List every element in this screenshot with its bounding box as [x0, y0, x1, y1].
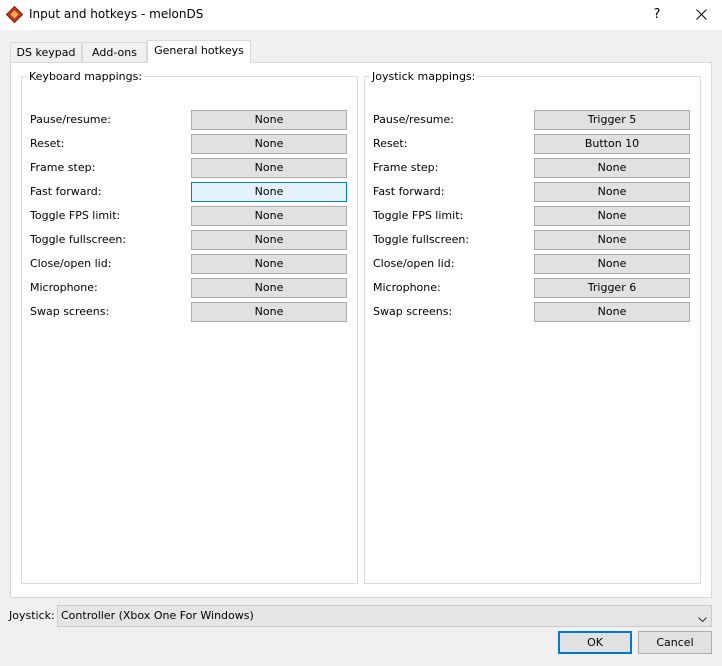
joy-swap-screens-button[interactable]: None: [534, 302, 690, 322]
melonds-app-icon: [5, 5, 24, 24]
joy-reset-label: Reset:: [373, 137, 408, 150]
joy-toggle-fullscreen-label: Toggle fullscreen:: [373, 233, 470, 246]
joy-toggle-fps-button[interactable]: None: [534, 206, 690, 226]
kb-fast-forward-button[interactable]: None: [191, 182, 347, 202]
joy-pause-button[interactable]: Trigger 5: [534, 110, 690, 130]
kb-swap-screens-label: Swap screens:: [30, 305, 110, 318]
help-button[interactable]: ?: [640, 2, 674, 28]
kb-swap-screens-button[interactable]: None: [191, 302, 347, 322]
general-hotkeys-panel: Keyboard mappings: Pause/resume: None Re…: [10, 62, 712, 598]
joystick-select[interactable]: Controller (Xbox One For Windows): [57, 605, 712, 627]
kb-reset-label: Reset:: [30, 137, 65, 150]
kb-toggle-fullscreen-label: Toggle fullscreen:: [30, 233, 127, 246]
kb-lid-button[interactable]: None: [191, 254, 347, 274]
chevron-down-icon: [698, 611, 707, 631]
joy-swap-screens-label: Swap screens:: [373, 305, 453, 318]
joy-microphone-label: Microphone:: [373, 281, 441, 294]
joy-pause-label: Pause/resume:: [373, 113, 454, 126]
kb-microphone-label: Microphone:: [30, 281, 98, 294]
keyboard-mappings-group: Keyboard mappings: Pause/resume: None Re…: [21, 70, 358, 584]
joystick-mappings-title: Joystick mappings:: [370, 70, 478, 83]
kb-toggle-fps-label: Toggle FPS limit:: [30, 209, 121, 222]
joystick-label: Joystick:: [9, 609, 55, 622]
joy-lid-button[interactable]: None: [534, 254, 690, 274]
tab-ds-keypad[interactable]: DS keypad: [10, 42, 82, 63]
joy-toggle-fullscreen-button[interactable]: None: [534, 230, 690, 250]
joy-toggle-fps-label: Toggle FPS limit:: [373, 209, 464, 222]
kb-toggle-fps-button[interactable]: None: [191, 206, 347, 226]
close-button[interactable]: [684, 2, 718, 28]
tab-general-hotkeys[interactable]: General hotkeys: [147, 40, 251, 63]
kb-microphone-button[interactable]: None: [191, 278, 347, 298]
kb-toggle-fullscreen-button[interactable]: None: [191, 230, 347, 250]
kb-fast-forward-label: Fast forward:: [30, 185, 102, 198]
joy-reset-button[interactable]: Button 10: [534, 134, 690, 154]
kb-frame-step-button[interactable]: None: [191, 158, 347, 178]
kb-frame-step-label: Frame step:: [30, 161, 96, 174]
window-title: Input and hotkeys - melonDS: [29, 7, 204, 21]
joy-frame-step-label: Frame step:: [373, 161, 439, 174]
close-icon: [695, 9, 707, 20]
kb-reset-button[interactable]: None: [191, 134, 347, 154]
kb-pause-label: Pause/resume:: [30, 113, 111, 126]
kb-pause-button[interactable]: None: [191, 110, 347, 130]
joy-fast-forward-label: Fast forward:: [373, 185, 445, 198]
ok-button[interactable]: OK: [558, 631, 632, 654]
joystick-select-value: Controller (Xbox One For Windows): [61, 609, 254, 622]
joy-lid-label: Close/open lid:: [373, 257, 455, 270]
joy-microphone-button[interactable]: Trigger 6: [534, 278, 690, 298]
tab-add-ons[interactable]: Add-ons: [82, 42, 147, 63]
joy-fast-forward-button[interactable]: None: [534, 182, 690, 202]
cancel-button[interactable]: Cancel: [638, 631, 712, 654]
joy-frame-step-button[interactable]: None: [534, 158, 690, 178]
keyboard-mappings-title: Keyboard mappings:: [27, 70, 145, 83]
joystick-mappings-group: Joystick mappings: Pause/resume: Trigger…: [364, 70, 701, 584]
title-bar: Input and hotkeys - melonDS ?: [0, 0, 722, 30]
kb-lid-label: Close/open lid:: [30, 257, 112, 270]
